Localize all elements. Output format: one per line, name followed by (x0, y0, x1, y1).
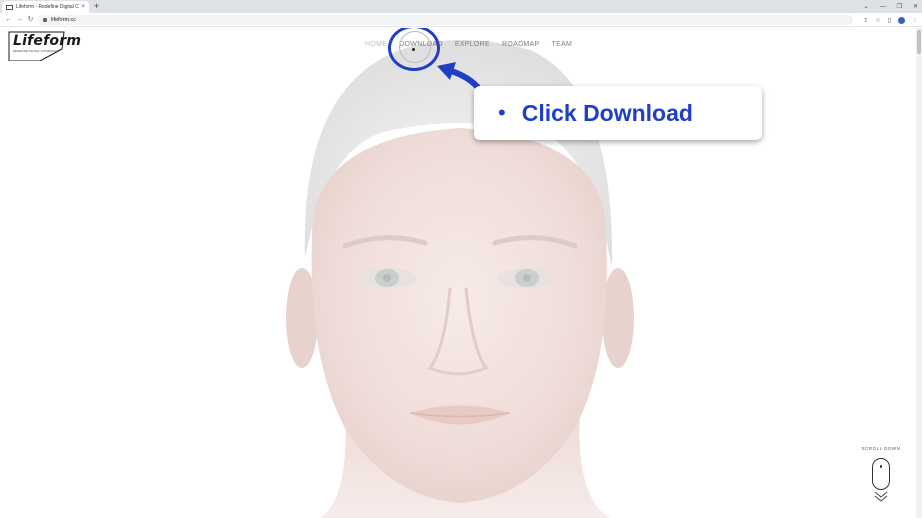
more-menu-icon[interactable]: ⋮ (912, 17, 918, 24)
side-panel-icon[interactable]: ▯ (888, 17, 891, 24)
tab-search-chevron-icon[interactable]: ⌄ (864, 3, 869, 10)
lifeform-logo[interactable]: Lifeform REDEFINE DIGITAL CITIZENSHIP (6, 31, 81, 61)
new-tab-button[interactable]: + (94, 1, 99, 12)
tab-title: Lifeform - Redefine Digital Cit (16, 4, 80, 10)
nav-roadmap[interactable]: ROADMAP (502, 41, 540, 48)
browser-tab-strip: Lifeform - Redefine Digital Cit × + ⌄ — … (0, 0, 922, 13)
profile-avatar-icon[interactable] (898, 16, 905, 24)
restore-icon[interactable]: ❐ (897, 3, 902, 10)
scroll-down-hint[interactable]: SCROLL DOWN (861, 446, 901, 502)
mouse-icon (872, 458, 890, 490)
browser-toolbar: ← → ↻ lifeform.cc ⇪ ☆ ▯ ⋮ (0, 13, 922, 27)
minimize-icon[interactable]: — (880, 4, 886, 10)
logo-tagline: REDEFINE DIGITAL CITIZENSHIP (13, 50, 60, 53)
nav-explore[interactable]: EXPLORE (455, 41, 490, 48)
callout-bullet: • (498, 100, 506, 125)
instruction-callout: • Click Download (474, 86, 762, 140)
window-controls: ⌄ — ❐ ✕ (864, 0, 918, 13)
mouse-wheel-icon (880, 465, 882, 468)
chevrons-down-icon (874, 491, 888, 502)
close-window-icon[interactable]: ✕ (913, 3, 918, 10)
scrollbar-thumb[interactable] (917, 30, 921, 54)
lock-icon[interactable] (43, 18, 47, 22)
share-icon[interactable]: ⇪ (863, 17, 868, 24)
star-icon[interactable]: ☆ (875, 17, 880, 24)
back-arrow-icon[interactable]: ← (3, 16, 14, 23)
logo-text: Lifeform (13, 33, 82, 49)
scroll-down-label: SCROLL DOWN (861, 446, 901, 451)
reload-icon[interactable]: ↻ (25, 16, 36, 23)
page-scrollbar[interactable] (916, 28, 922, 518)
web-page: Lifeform REDEFINE DIGITAL CITIZENSHIP HO… (0, 28, 916, 518)
address-bar[interactable]: lifeform.cc (38, 15, 853, 25)
callout-text: Click Download (521, 99, 693, 126)
tab-close-icon[interactable]: × (81, 4, 85, 10)
nav-team[interactable]: TEAM (552, 41, 573, 48)
nav-home[interactable]: HOME (365, 41, 387, 48)
browser-tab[interactable]: Lifeform - Redefine Digital Cit × (2, 1, 89, 13)
toolbar-actions: ⇪ ☆ ▯ ⋮ (863, 15, 918, 25)
site-favicon-icon (6, 4, 13, 10)
url-text[interactable]: lifeform.cc (51, 17, 76, 23)
forward-arrow-icon[interactable]: → (14, 16, 25, 23)
